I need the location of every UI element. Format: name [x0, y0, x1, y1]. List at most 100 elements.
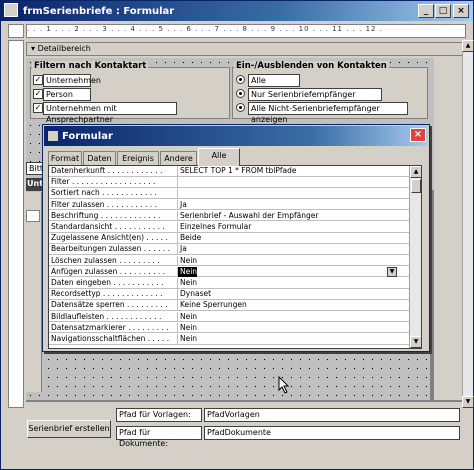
record-selector[interactable]: [26, 210, 40, 222]
property-row[interactable]: Filter . . . . . . . . . . . . . . . . .…: [49, 177, 409, 188]
dropdown-arrow-icon[interactable]: ▼: [387, 266, 397, 277]
dialog-form-icon: [48, 131, 58, 141]
property-row[interactable]: Bildlaufleisten . . . . . . . . . . . . N…: [49, 311, 409, 323]
property-value[interactable]: Nein: [177, 278, 405, 288]
property-value[interactable]: Nein: [177, 334, 405, 344]
property-row[interactable]: Datenherkunft . . . . . . . . . . . . SEL…: [49, 166, 409, 177]
visibility-group-title: Ein-/Ausblenden von Kontakten: [234, 61, 389, 71]
window-titlebar[interactable]: frmSerienbriefe : Formular: [1, 1, 473, 21]
property-name: Standardansicht . . . . . . . . . . .: [51, 222, 165, 231]
ruler-corner[interactable]: [8, 24, 24, 38]
property-value[interactable]: Beide: [177, 233, 405, 244]
label-pfad-vorlagen: Pfad für Vorlagen:: [116, 408, 202, 422]
minimize-icon[interactable]: _: [418, 4, 434, 18]
property-value[interactable]: Nein: [177, 255, 405, 266]
property-value[interactable]: Ja: [177, 244, 405, 255]
label-nur-serienbriefempfaenger: Nur Serienbriefempfänger anzeigen: [248, 88, 382, 110]
property-value[interactable]: Keine Sperrungen: [177, 300, 405, 311]
property-row[interactable]: Sortiert nach . . . . . . . . . . . .: [49, 188, 409, 199]
property-row[interactable]: Löschen zulassen . . . . . . . . . Nein: [49, 255, 409, 267]
property-name: Recordsettyp . . . . . . . . . . . . .: [51, 289, 163, 299]
property-name: Beschriftung . . . . . . . . . . . . .: [51, 210, 161, 220]
property-value[interactable]: Serienbrief - Auswahl der Empfänger: [177, 210, 405, 221]
property-name: Zugelassene Ansicht(en) . . . . .: [51, 233, 168, 243]
property-name: Datensatzmarkierer . . . . . . . . .: [51, 322, 169, 332]
property-name: Datensätze sperren . . . . . . . . .: [51, 300, 168, 310]
property-name: Löschen zulassen . . . . . . . . .: [51, 255, 160, 265]
field-pfad-dokumente[interactable]: PfadDokumente: [204, 426, 460, 440]
tab-ereignis[interactable]: Ereignis: [117, 151, 159, 165]
property-name: Bildlaufleisten . . . . . . . . . . . .: [51, 311, 162, 321]
property-value[interactable]: Einzelnes Formular: [177, 222, 405, 232]
property-scroll-up-icon[interactable]: ▲: [410, 166, 421, 178]
tab-alle[interactable]: Alle: [198, 148, 240, 166]
property-row[interactable]: Datensatzmarkierer . . . . . . . . . Nein: [49, 322, 409, 334]
property-row[interactable]: Filter zulassen . . . . . . . . . . . Ja: [49, 199, 409, 211]
field-pfad-vorlagen[interactable]: PfadVorlagen: [204, 408, 460, 422]
property-scrollbar[interactable]: ▲ ▼: [409, 166, 421, 348]
property-row[interactable]: Daten eingeben . . . . . . . . . . . Nein: [49, 278, 409, 289]
property-value[interactable]: SELECT TOP 1 * FROM tblPfade: [177, 166, 405, 176]
scroll-up-icon[interactable]: ▲: [462, 40, 474, 52]
label-unternehmen-ansprechpartner: Unternehmen mit Ansprechpartner: [43, 102, 177, 124]
property-value[interactable]: Ja: [177, 199, 405, 210]
dialog-close-icon[interactable]: ×: [410, 128, 426, 142]
property-scroll-down-icon[interactable]: ▼: [410, 336, 421, 348]
window-title: frmSerienbriefe : Formular: [23, 5, 175, 17]
property-grid: Navigationsschaltflächen . . . . . Nein Da…: [48, 165, 422, 349]
filter-group-title: Filtern nach Kontaktart: [32, 61, 149, 71]
checkbox-person[interactable]: ✓: [33, 89, 43, 99]
property-name: Bearbeitungen zulassen . . . . . .: [51, 244, 171, 254]
horizontal-ruler: . . . 1 . . . 2 . . . 3 . . . 4 . . . 5 …: [26, 24, 466, 38]
properties-dialog: Formular × Format Daten Ereignis Andere …: [42, 124, 430, 352]
property-row[interactable]: Datensätze sperren . . . . . . . . . Kein…: [49, 300, 409, 311]
property-name: Navigationsschaltflächen . . . . .: [51, 334, 170, 343]
property-name: Daten eingeben . . . . . . . . . . .: [51, 278, 164, 287]
label-alle-nicht-serienbriefempfaenger: Alle Nicht-Serienbriefempfänger anzeigen: [248, 102, 408, 124]
property-value[interactable]: [177, 177, 405, 188]
close-icon[interactable]: ×: [453, 4, 469, 18]
radio-nur-serienbriefempfaenger[interactable]: [236, 89, 245, 98]
property-row[interactable]: Recordsettyp . . . . . . . . . . . . . Dy…: [49, 289, 409, 300]
section-header-detail[interactable]: ▾ Detailbereich: [26, 42, 466, 56]
property-row[interactable]: Navigationsschaltflächen . . . . . Nein: [49, 334, 409, 345]
dialog-title: Formular: [62, 130, 113, 142]
property-name: Anfügen zulassen . . . . . . . . . .: [51, 266, 166, 276]
label-unternehmen: Unternehmen: [43, 74, 101, 87]
checkbox-unternehmen[interactable]: ✓: [33, 75, 43, 85]
radio-alle-nicht-serienbriefempfaenger[interactable]: [236, 103, 245, 112]
property-row[interactable]: Standardansicht . . . . . . . . . . . Ein…: [49, 222, 409, 233]
label-pfad-dokumente: Pfad für Dokumente:: [116, 426, 202, 448]
form-icon: [4, 3, 18, 17]
property-value[interactable]: Nein: [177, 322, 405, 333]
tab-andere[interactable]: Andere: [160, 151, 197, 165]
tab-format[interactable]: Format: [48, 151, 82, 165]
subform-row-selectors: [26, 192, 42, 392]
property-row[interactable]: Beschriftung . . . . . . . . . . . . . Se…: [49, 210, 409, 222]
subform-edge: [430, 190, 434, 400]
radio-alle-anzeigen[interactable]: [236, 75, 245, 84]
checkbox-unternehmen-ansprechpartner[interactable]: ✓: [33, 103, 43, 113]
property-row[interactable]: Bearbeitungen zulassen . . . . . . Ja: [49, 244, 409, 255]
property-scroll-thumb[interactable]: [411, 179, 421, 193]
tab-daten[interactable]: Daten: [83, 151, 116, 165]
property-name: Filter zulassen . . . . . . . . . . .: [51, 199, 157, 209]
property-name: Filter . . . . . . . . . . . . . . . . .…: [51, 177, 156, 187]
scroll-down-icon[interactable]: ▼: [462, 396, 474, 408]
property-value[interactable]: Dynaset: [177, 289, 405, 300]
property-row[interactable]: Zugelassene Ansicht(en) . . . . . Beide: [49, 233, 409, 244]
property-value[interactable]: Nein: [177, 266, 197, 277]
vertical-ruler: [8, 40, 24, 408]
label-person: Person: [43, 88, 91, 101]
dialog-titlebar[interactable]: Formular: [44, 126, 428, 146]
property-value[interactable]: Nein: [177, 311, 405, 322]
section-divider: [26, 400, 462, 402]
section-label: Detailbereich: [37, 44, 91, 53]
mouse-cursor-icon: [278, 376, 290, 394]
property-value[interactable]: [177, 188, 405, 199]
property-name: Sortiert nach . . . . . . . . . . . .: [51, 188, 157, 198]
property-row[interactable]: ▼ Anfügen zulassen . . . . . . . . . . Nei…: [49, 266, 409, 278]
serienbrief-erstellen-button[interactable]: Serienbrief erstellen: [27, 420, 111, 438]
window-vertical-scrollbar[interactable]: ▲ ▼: [462, 40, 474, 408]
maximize-icon[interactable]: □: [435, 4, 451, 18]
